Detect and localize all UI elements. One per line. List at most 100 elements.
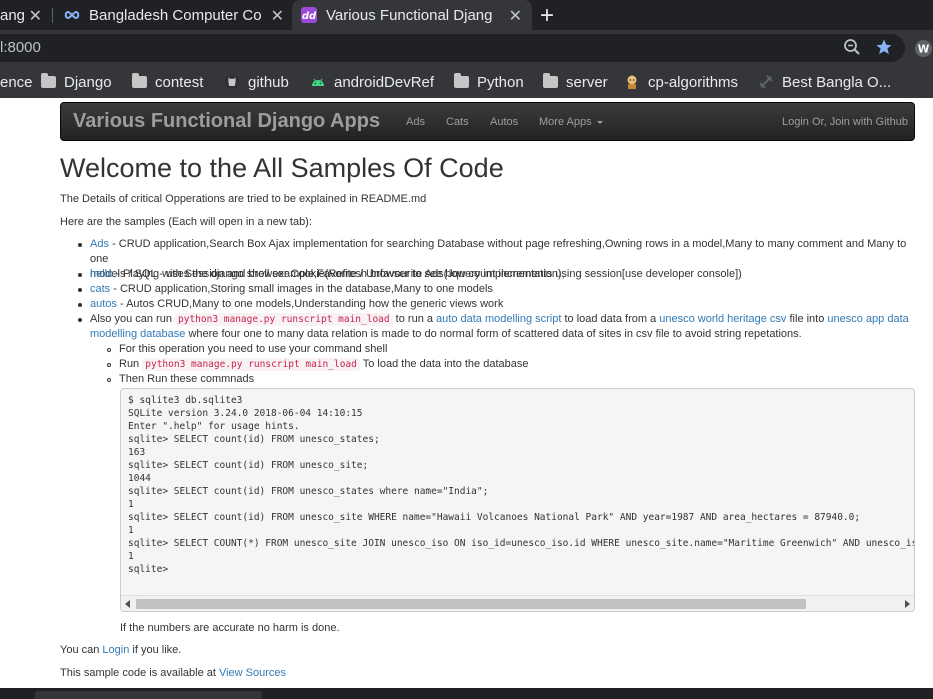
bookmark-item-contest[interactable]: contest [132, 72, 203, 92]
download-shelf [0, 688, 933, 699]
login-paragraph: You can Login if you like. [60, 644, 181, 656]
tab-django-apps-left[interactable]: ang ✕ [0, 0, 50, 30]
nav-link-autos[interactable]: Autos [490, 116, 518, 128]
bookmark-item-cp-algorithms[interactable]: cp-algorithms [624, 72, 738, 92]
also-mid-2: to load data from a [561, 313, 660, 325]
inline-code: python3 manage.py runscript main_load [175, 313, 393, 326]
view-sources-link[interactable]: View Sources [219, 667, 286, 679]
samples-intro-text: Here are the samples (Each will open in … [60, 216, 312, 228]
bookmarks-bar: ence Django contest github androidDevRef… [0, 66, 933, 98]
sublist-text: For this operation you need to use your … [119, 343, 388, 355]
bookmark-label: cp-algorithms [648, 73, 739, 91]
tab-title: Bangladesh Computer Co [89, 6, 262, 24]
bookmark-item-androiddevref[interactable]: androidDevRef [310, 72, 434, 92]
list-item-hello: hello - Playing with Session and browser… [78, 267, 920, 282]
hello-link[interactable]: hello [90, 268, 113, 280]
site-navbar: Various Functional Django Apps Ads Cats … [60, 102, 915, 141]
bullet [78, 288, 82, 292]
nav-dropdown-more-apps[interactable]: More Apps [539, 116, 603, 128]
code-line: sqlite> SELECT count(id) FROM unesco_sta… [128, 434, 380, 445]
folder-icon [543, 73, 558, 88]
bookmark-label: server [566, 73, 608, 91]
bookmark-label: github [248, 73, 289, 91]
infinity-icon [64, 10, 80, 20]
bullet [107, 378, 111, 382]
bookmark-star-icon[interactable] [875, 38, 893, 56]
horizontal-scrollbar[interactable] [121, 595, 914, 611]
ads-description: - CRUD application,Search Box Ajax imple… [90, 238, 907, 265]
code-line: sqlite> SELECT count(id) FROM unesco_sta… [128, 486, 489, 497]
code-line: 1 [128, 525, 134, 536]
bookmark-label: ence [0, 73, 33, 91]
bookmark-item-server[interactable]: server [543, 72, 608, 92]
list-item-unesco: Also you can run python3 manage.py runsc… [78, 312, 920, 342]
unesco-app-data-link[interactable]: unesco app data [827, 313, 908, 325]
login-link[interactable]: Login [102, 644, 129, 656]
close-icon[interactable]: ✕ [29, 6, 42, 26]
close-icon[interactable]: ✕ [509, 6, 522, 26]
also-tail: where four one to many data relation is … [185, 328, 802, 340]
code-line: Enter ".help" for usage hints. [128, 421, 300, 432]
autos-description: - Autos CRUD,Many to one models,Understa… [116, 298, 504, 310]
navbar-brand[interactable]: Various Functional Django Apps [73, 110, 380, 133]
tab-bangladesh-computer[interactable]: Bangladesh Computer Co ✕ [54, 0, 294, 30]
bullet [78, 273, 82, 277]
bookmark-label: Django [64, 73, 112, 91]
ads-link[interactable]: Ads [90, 238, 109, 250]
close-icon[interactable]: ✕ [271, 6, 284, 26]
folder-icon [41, 73, 56, 88]
android-icon [312, 78, 324, 86]
code-block[interactable]: $ sqlite3 db.sqlite3 SQLite version 3.24… [120, 388, 915, 612]
login-suffix: if you like. [129, 644, 182, 656]
cats-description: - CRUD application,Storing small images … [110, 283, 493, 295]
code-line: 1044 [128, 473, 151, 484]
code-line: sqlite> SELECT count(id) FROM unesco_sit… [128, 512, 861, 523]
sublist-item-run: Run python3 manage.py runscript main_loa… [107, 357, 529, 372]
cats-link[interactable]: cats [90, 283, 110, 295]
folder-icon [454, 73, 469, 88]
nav-link-cats[interactable]: Cats [446, 116, 469, 128]
also-prefix: Also you can run [90, 313, 175, 325]
zoom-icon[interactable] [843, 38, 861, 56]
list-item-autos: autos - Autos CRUD,Many to one models,Un… [78, 297, 920, 312]
github-icon [224, 74, 240, 90]
hello-description: - Playing with Session and browser Cooki… [113, 268, 742, 280]
url-text: l:8000 [0, 39, 41, 56]
code-line: $ sqlite3 db.sqlite3 [128, 395, 243, 406]
autos-link[interactable]: autos [90, 298, 117, 310]
bookmark-item-python[interactable]: Python [454, 72, 524, 92]
sublist-item-shell: For this operation you need to use your … [107, 342, 388, 357]
scroll-right-icon[interactable] [905, 600, 910, 608]
bookmark-item[interactable]: ence [0, 72, 33, 92]
modelling-database-link[interactable]: modelling database [90, 328, 185, 340]
source-paragraph: This sample code is available at View So… [60, 667, 286, 679]
bookmark-item-best-bangla[interactable]: Best Bangla O... [758, 72, 891, 92]
extension-icon[interactable]: W [914, 39, 933, 58]
sublist-text: Then Run these commnads [119, 373, 255, 385]
tab-separator [52, 8, 53, 23]
login-github-link[interactable]: Login Or, Join with Github [782, 116, 908, 128]
scroll-left-icon[interactable] [125, 600, 130, 608]
sublist-text: To load the data into the database [359, 358, 529, 370]
caret-down-icon [596, 120, 603, 124]
download-item[interactable] [35, 691, 262, 699]
code-line: 163 [128, 447, 146, 458]
browser-toolbar: l:8000 W [0, 30, 933, 66]
after-code-text: If the numbers are accurate no harm is d… [120, 622, 340, 634]
tab-title: ang [0, 6, 26, 24]
unesco-csv-link[interactable]: unesco world heritage csv [659, 313, 786, 325]
bookmark-item-github[interactable]: github [224, 72, 289, 92]
cp-algorithms-icon [627, 75, 637, 89]
new-tab-button[interactable]: + [540, 2, 554, 30]
scrollbar-thumb[interactable] [136, 599, 806, 609]
intro-text: The Details of critical Opperations are … [60, 193, 427, 205]
tab-various-functional[interactable]: dd Various Functional Djang ✕ [292, 0, 532, 30]
bullet [78, 318, 82, 322]
address-bar[interactable]: l:8000 [0, 34, 905, 62]
bookmark-item-django[interactable]: Django [41, 72, 112, 92]
nav-link-ads[interactable]: Ads [406, 116, 425, 128]
inline-code: python3 manage.py runscript main_load [142, 358, 360, 371]
auto-data-modelling-link[interactable]: auto data modelling script [436, 313, 561, 325]
bullet [78, 303, 82, 307]
code-line: 1 [128, 499, 134, 510]
